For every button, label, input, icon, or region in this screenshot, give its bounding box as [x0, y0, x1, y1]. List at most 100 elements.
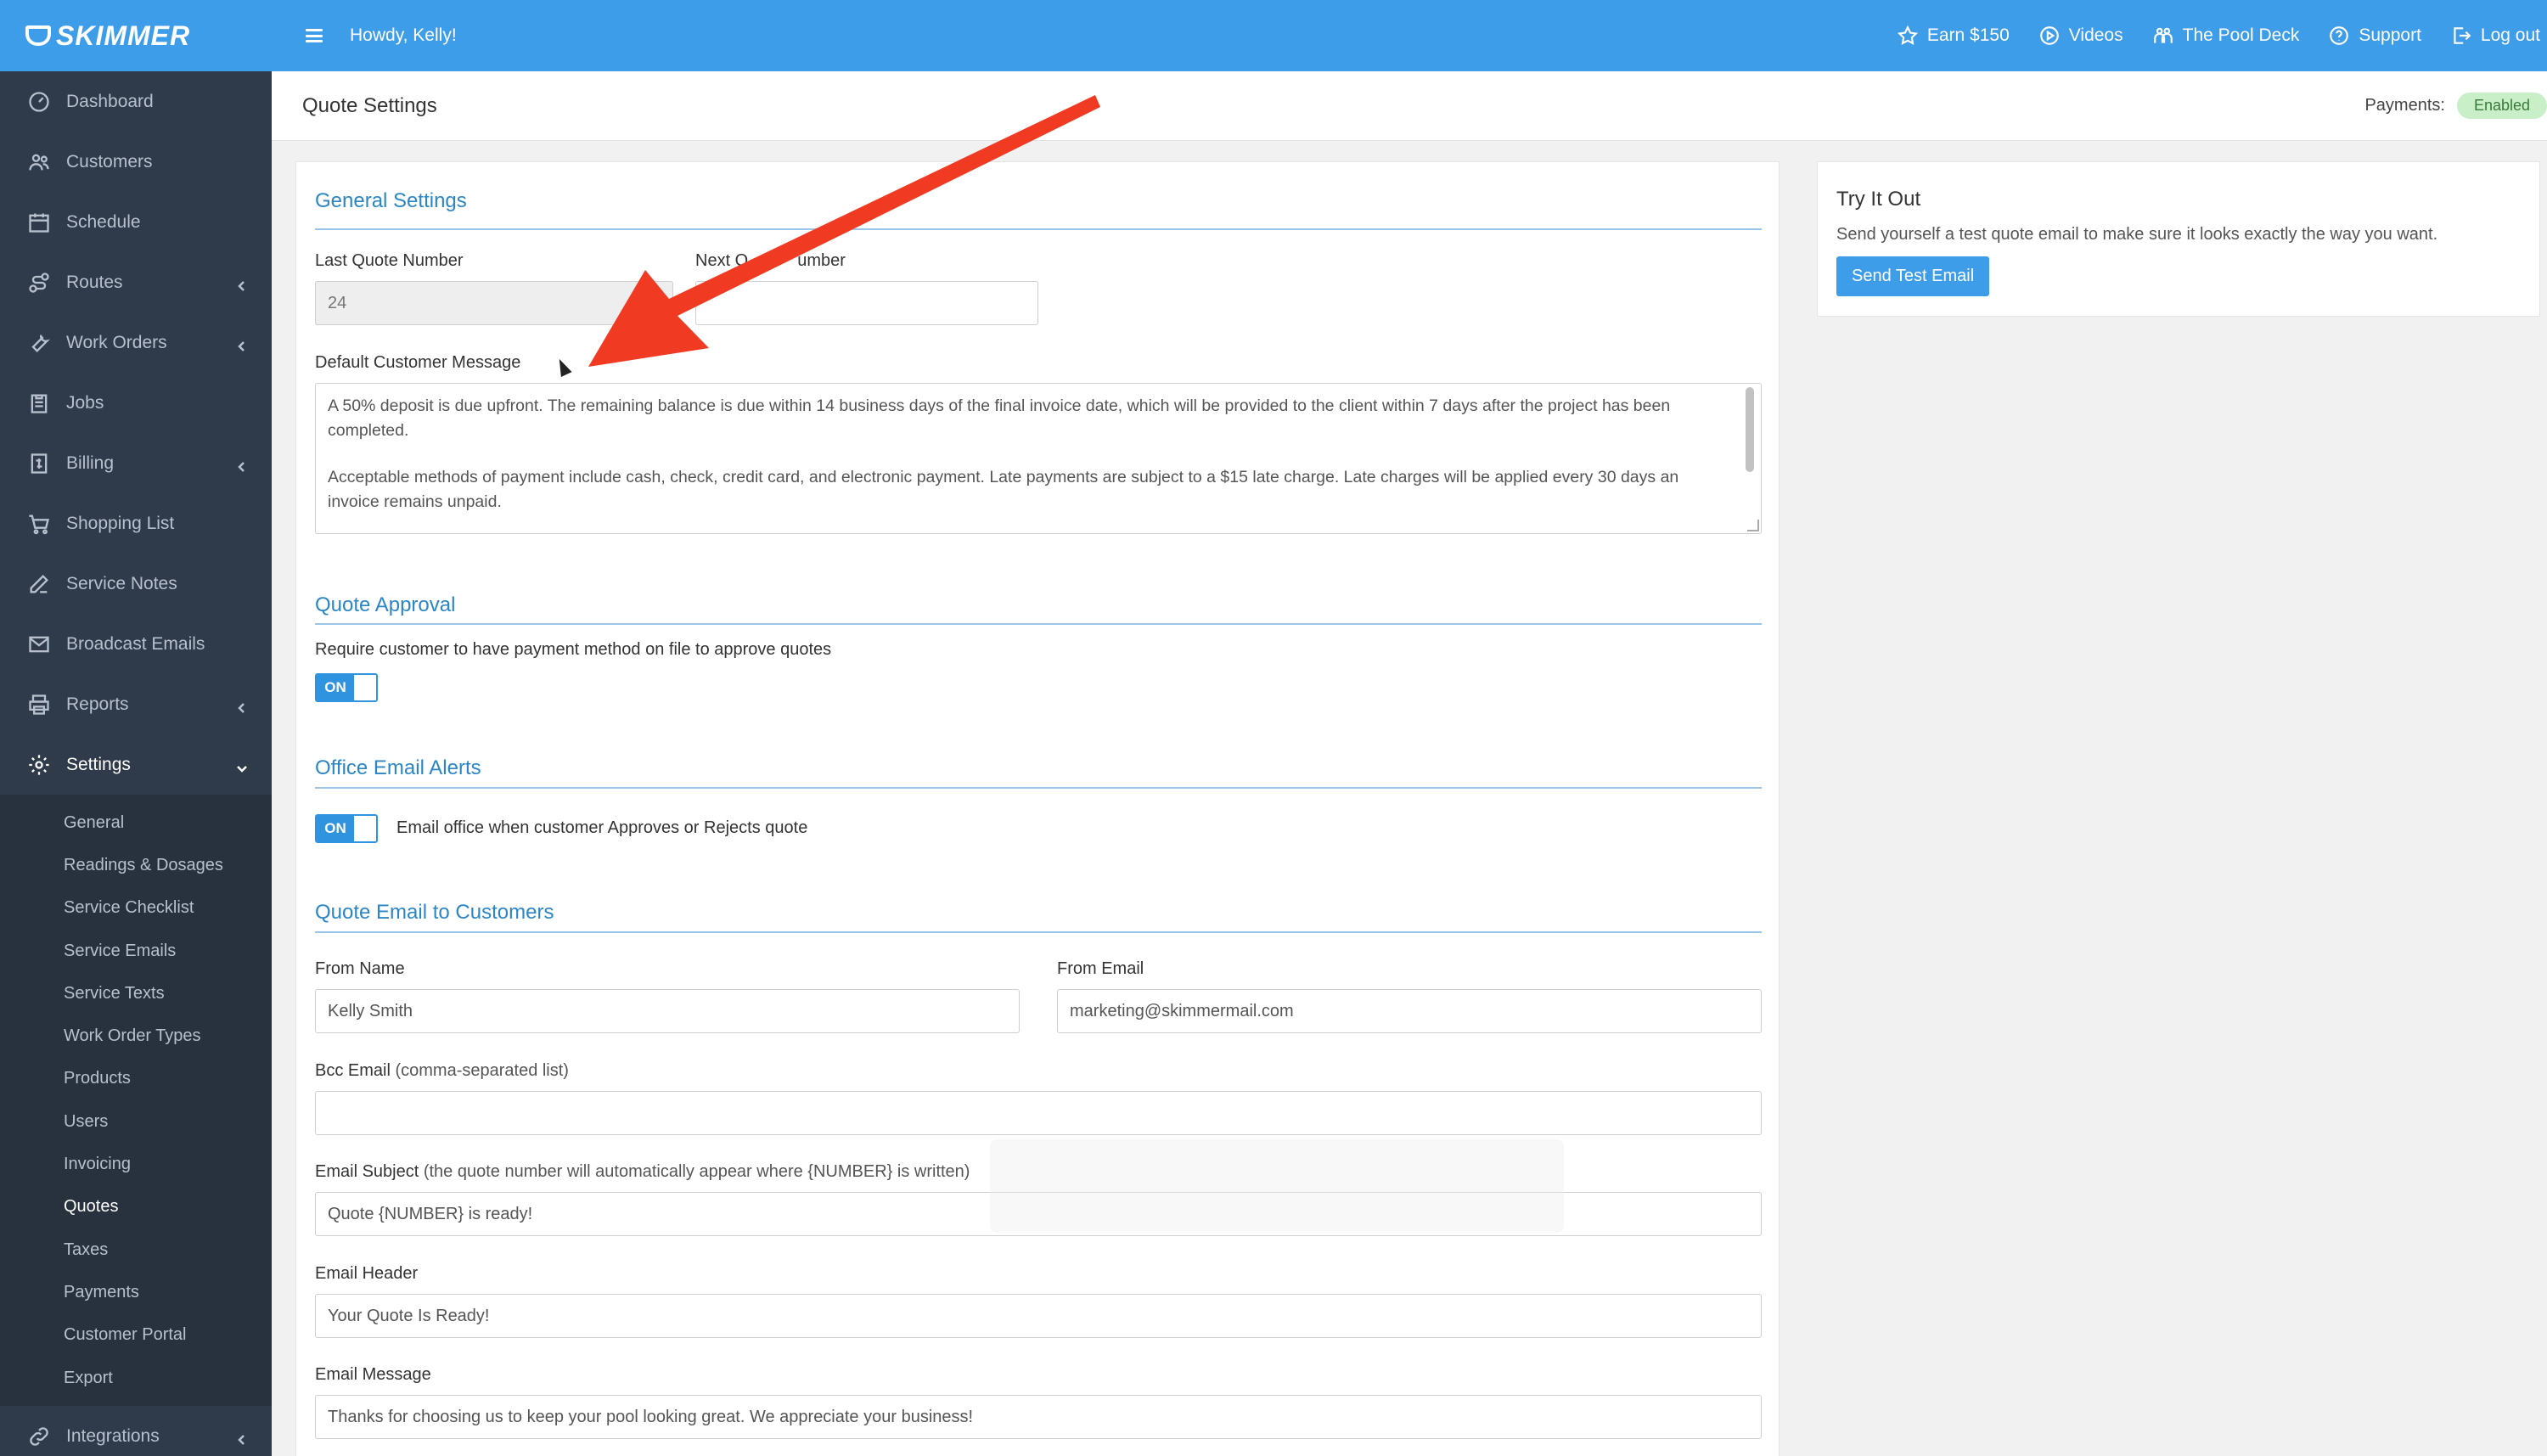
from-name-input[interactable]: Kelly Smith: [315, 989, 1020, 1033]
star-icon: [1897, 25, 1918, 45]
sidebar-item-label: Dashboard: [66, 91, 154, 111]
sidebar-item-settings[interactable]: Settings: [0, 734, 272, 795]
sidebar-item-label: Integrations: [66, 1425, 160, 1446]
sidebar-item-broadcast-emails[interactable]: Broadcast Emails: [0, 614, 272, 674]
message-input[interactable]: Thanks for choosing us to keep your pool…: [315, 1395, 1762, 1439]
subnav-item-service-checklist[interactable]: Service Checklist: [0, 887, 272, 930]
sidebar-item-label: Schedule: [66, 211, 141, 232]
subnav-item-work-order-types[interactable]: Work Order Types: [0, 1015, 272, 1057]
section-title-email: Quote Email to Customers: [315, 901, 554, 924]
subnav-item-users[interactable]: Users: [0, 1100, 272, 1143]
topbar: Howdy, Kelly! Earn $150 Videos The Pool …: [272, 0, 2547, 71]
customers-icon: [27, 150, 51, 174]
logo-text: SKIMMER: [56, 20, 191, 51]
subnav-item-export[interactable]: Export: [0, 1357, 272, 1399]
subnav-item-customer-portal[interactable]: Customer Portal: [0, 1314, 272, 1357]
community-icon: [2153, 27, 2173, 43]
chevron-left-icon: [236, 699, 248, 713]
video-controls-overlay: [990, 1139, 1564, 1233]
divider: [315, 228, 1762, 230]
divider: [315, 787, 1762, 789]
toggle-on-label: ON: [317, 816, 354, 841]
chevron-left-icon: [236, 458, 248, 472]
try-it-text: Send yourself a test quote email to make…: [1836, 225, 2438, 244]
next-quote-input[interactable]: [695, 281, 1038, 325]
page-header: Quote Settings Payments: Enabled: [272, 71, 2547, 141]
sidebar-item-routes[interactable]: Routes: [0, 252, 272, 312]
divider: [315, 931, 1762, 933]
bcc-input[interactable]: [315, 1091, 1762, 1135]
sidebar-item-billing[interactable]: Billing: [0, 433, 272, 493]
subnav-item-payments[interactable]: Payments: [0, 1271, 272, 1313]
toggle-on-label: ON: [317, 675, 354, 700]
sidebar-item-schedule[interactable]: Schedule: [0, 192, 272, 252]
default-message-paragraph-2: Acceptable methods of payment include ca…: [328, 468, 1679, 511]
subnav-item-readings-dosages[interactable]: Readings & Dosages: [0, 844, 272, 886]
office-alert-toggle[interactable]: ON: [315, 814, 378, 843]
subnav-item-quotes[interactable]: Quotes: [0, 1186, 272, 1228]
require-payment-toggle[interactable]: ON: [315, 673, 378, 702]
top-links: Earn $150 Videos The Pool Deck Support L…: [1897, 25, 2547, 47]
sidebar-item-dashboard[interactable]: Dashboard: [0, 71, 272, 132]
sidebar-item-reports[interactable]: Reports: [0, 674, 272, 734]
wrench-icon: [27, 331, 51, 355]
sidebar-item-label: Routes: [66, 272, 123, 292]
printer-icon: [27, 693, 51, 717]
settings-subnav: General Readings & Dosages Service Check…: [0, 795, 272, 1407]
earn-link-label: Earn $150: [1926, 25, 2010, 45]
sidebar-item-label: Work Orders: [66, 332, 167, 352]
last-quote-input: 24: [315, 281, 673, 325]
subnav-item-service-texts[interactable]: Service Texts: [0, 972, 272, 1015]
sidebar-item-shopping-list[interactable]: Shopping List: [0, 493, 272, 554]
default-message-label: Default Customer Message: [315, 353, 521, 372]
subnav-item-general[interactable]: General: [0, 801, 272, 844]
status-badge: Enabled: [2456, 93, 2547, 119]
help-icon: [2330, 26, 2349, 45]
sidebar-item-service-notes[interactable]: Service Notes: [0, 554, 272, 614]
skimmer-logo[interactable]: SKIMMER: [25, 20, 190, 52]
logout-link-label: Log out: [2480, 25, 2540, 45]
default-message-paragraph-1: A 50% deposit is due upfront. The remain…: [328, 396, 1671, 440]
support-link-label: Support: [2359, 25, 2421, 45]
sidebar-item-jobs[interactable]: Jobs: [0, 373, 272, 433]
try-it-out-card: Try It Out Send yourself a test quote em…: [1817, 161, 2540, 317]
dashboard-icon: [27, 90, 51, 114]
default-message-textarea[interactable]: A 50% deposit is due upfront. The remain…: [315, 383, 1762, 534]
pool-deck-link-label: The Pool Deck: [2182, 25, 2300, 45]
from-email-input[interactable]: marketing@skimmermail.com: [1057, 989, 1762, 1033]
resize-handle-icon[interactable]: [1747, 520, 1759, 531]
support-link[interactable]: Support: [2328, 25, 2421, 47]
logo-bar: SKIMMER: [0, 0, 272, 71]
subject-label: Email Subject (the quote number will aut…: [315, 1162, 970, 1181]
sidebar-item-customers[interactable]: Customers: [0, 132, 272, 192]
send-test-email-button[interactable]: Send Test Email: [1836, 256, 1990, 296]
videos-link[interactable]: Videos: [2038, 25, 2123, 47]
sidebar-item-label: Shopping List: [66, 513, 175, 533]
videos-link-label: Videos: [2068, 25, 2123, 45]
section-title-alerts: Office Email Alerts: [315, 756, 481, 779]
from-name-label: From Name: [315, 959, 405, 978]
logout-icon: [2454, 27, 2471, 44]
sidebar-item-label: Billing: [66, 453, 115, 473]
subnav-item-invoicing[interactable]: Invoicing: [0, 1143, 272, 1185]
payments-status: Payments: Enabled: [2364, 93, 2547, 119]
sidebar-item-label: Broadcast Emails: [66, 633, 205, 654]
from-email-label: From Email: [1057, 959, 1144, 978]
mail-icon: [27, 632, 51, 656]
sidebar-item-work-orders[interactable]: Work Orders: [0, 312, 272, 373]
subnav-item-service-emails[interactable]: Service Emails: [0, 930, 272, 972]
textarea-scrollbar[interactable]: [1746, 387, 1754, 472]
sidebar-item-integrations[interactable]: Integrations: [0, 1406, 272, 1456]
bcc-label: Bcc Email (comma-separated list): [315, 1061, 569, 1080]
try-it-title: Try It Out: [1836, 188, 1921, 211]
logout-link[interactable]: Log out: [2450, 25, 2540, 47]
earn-link[interactable]: Earn $150: [1897, 25, 2010, 47]
menu-toggle-icon[interactable]: [306, 29, 323, 42]
subnav-item-taxes[interactable]: Taxes: [0, 1228, 272, 1271]
subnav-item-products[interactable]: Products: [0, 1058, 272, 1100]
calendar-icon: [27, 211, 51, 234]
quote-settings-card: General Settings Last Quote Number 24 Ne…: [295, 161, 1780, 1456]
pool-deck-link[interactable]: The Pool Deck: [2152, 25, 2300, 47]
payments-label: Payments:: [2364, 96, 2445, 115]
header-input[interactable]: Your Quote Is Ready!: [315, 1294, 1762, 1338]
